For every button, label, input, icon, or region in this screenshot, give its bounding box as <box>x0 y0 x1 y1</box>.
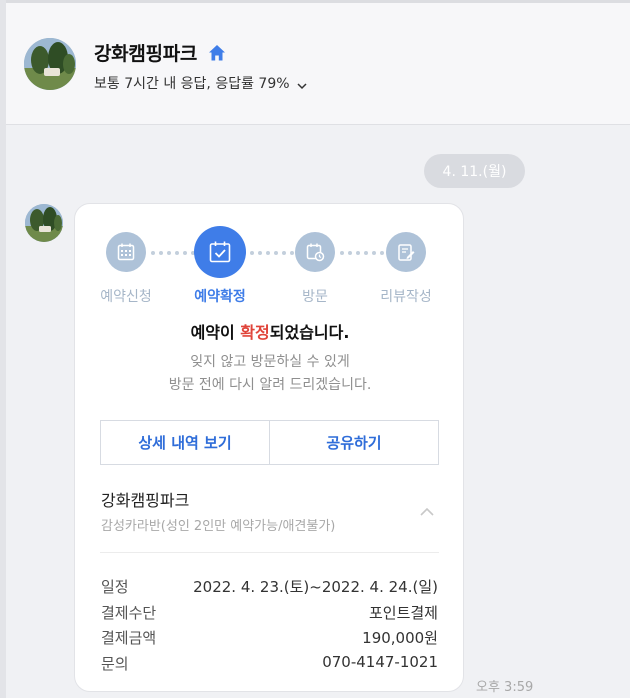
confirmed-highlight: 확정 <box>240 323 270 342</box>
reservation-card: 예약신청 예약확정 방문 리뷰작성 예약이 확정되었습니다. 잊지 않고 방문하… <box>74 203 464 692</box>
reservation-progress: 예약신청 예약확정 방문 리뷰작성 <box>75 226 465 316</box>
review-edit-icon <box>386 232 426 272</box>
step-label-request: 예약신청 <box>100 289 152 305</box>
response-rate-text: 보통 7시간 내 응답, 응답률 79% <box>94 76 290 92</box>
step-visit: 방문 <box>265 226 365 306</box>
step-request: 예약신청 <box>76 226 176 306</box>
calendar-clock-icon <box>295 232 335 272</box>
chevron-up-icon[interactable] <box>418 503 436 516</box>
share-button[interactable]: 공유하기 <box>269 421 438 464</box>
room-option: 감성카라반(성인 2인만 예약가능/애견불가) <box>101 519 336 534</box>
confirmation-description: 잊지 않고 방문하실 수 있게 방문 전에 다시 알려 드리겠습니다. <box>168 354 372 393</box>
calendar-check-icon <box>194 226 246 278</box>
divider <box>100 552 439 553</box>
info-row-contact: 문의 070-4147-1021 <box>101 653 438 673</box>
info-row-payment-amount: 결제금액 190,000원 <box>101 629 438 647</box>
chevron-down-icon <box>296 77 308 90</box>
step-label-confirmed: 예약확정 <box>194 289 246 305</box>
response-info[interactable]: 보통 7시간 내 응답, 응답률 79% <box>94 73 308 93</box>
profile-avatar[interactable] <box>24 38 76 90</box>
date-separator: 4. 11.(월) <box>424 154 525 188</box>
chat-header: 강화캠핑파크 보통 7시간 내 응답, 응답률 79% <box>6 3 630 125</box>
info-row-schedule: 일정 2022. 4. 23.(토)~2022. 4. 24.(일) <box>101 578 438 596</box>
place-name: 강화캠핑파크 <box>101 491 190 510</box>
info-row-payment-method: 결제수단 포인트결제 <box>101 604 438 622</box>
step-review: 리뷰작성 <box>356 226 456 306</box>
action-buttons: 상세 내역 보기 공유하기 <box>100 420 439 465</box>
home-icon[interactable] <box>207 43 227 63</box>
step-label-review: 리뷰작성 <box>380 289 432 305</box>
calendar-grid-icon <box>106 232 146 272</box>
confirmation-title: 예약이 확정되었습니다. <box>190 323 350 342</box>
step-confirmed: 예약확정 <box>170 226 270 306</box>
message-timestamp: 오후 3:59 <box>476 680 534 695</box>
sender-avatar[interactable] <box>25 204 63 242</box>
view-details-button[interactable]: 상세 내역 보기 <box>101 421 269 464</box>
chat-title: 강화캠핑파크 <box>94 43 198 65</box>
step-label-visit: 방문 <box>302 289 328 305</box>
